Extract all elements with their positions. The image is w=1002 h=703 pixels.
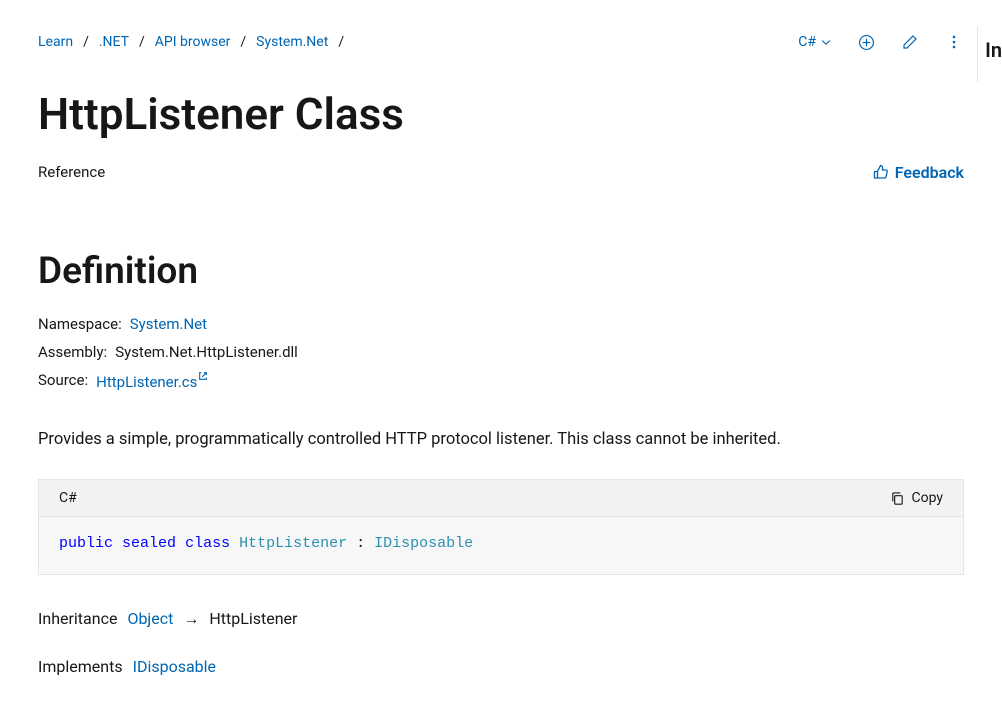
class-description: Provides a simple, programmatically cont… [38, 427, 964, 453]
more-button[interactable] [944, 32, 964, 52]
implements-label: Implements [38, 657, 123, 676]
chevron-down-icon [820, 36, 832, 48]
metadata-list: Namespace: System.Net Assembly: System.N… [38, 315, 964, 391]
inheritance-self: HttpListener [209, 609, 297, 628]
copy-button[interactable]: Copy [890, 490, 943, 506]
breadcrumb: Learn / .NET / API browser / System.Net … [38, 34, 344, 50]
implements-link[interactable]: IDisposable [133, 657, 216, 676]
type-name: HttpListener [239, 535, 347, 552]
breadcrumb-item-api-browser[interactable]: API browser [155, 34, 231, 50]
external-link-icon [198, 371, 208, 381]
code-language-label: C# [59, 490, 77, 506]
assembly-value: System.Net.HttpListener.dll [115, 343, 298, 361]
meta-row-namespace: Namespace: System.Net [38, 315, 964, 333]
inheritance-base-link[interactable]: Object [127, 609, 173, 628]
copy-label: Copy [911, 490, 943, 506]
breadcrumb-sep: / [139, 34, 145, 50]
keyword: class [185, 535, 230, 552]
subheader: Reference Feedback [38, 163, 964, 182]
breadcrumb-sep: / [240, 34, 246, 50]
breadcrumb-item-system-net[interactable]: System.Net [256, 34, 328, 50]
add-button[interactable] [856, 32, 876, 52]
topbar: Learn / .NET / API browser / System.Net … [38, 28, 964, 56]
feedback-button[interactable]: Feedback [873, 163, 964, 182]
page-actions: C# [798, 32, 964, 52]
keyword: public [59, 535, 113, 552]
implements-row: Implements IDisposable [38, 657, 964, 676]
meta-row-assembly: Assembly: System.Net.HttpListener.dll [38, 343, 964, 361]
arrow-icon: → [183, 609, 199, 629]
reference-label: Reference [38, 163, 105, 181]
language-selector[interactable]: C# [798, 34, 832, 50]
meta-label: Source: [38, 371, 88, 391]
language-label: C# [798, 34, 816, 50]
keyword: sealed [122, 535, 176, 552]
breadcrumb-item-learn[interactable]: Learn [38, 34, 73, 50]
feedback-label: Feedback [895, 163, 964, 182]
source-link[interactable]: HttpListener.cs [96, 373, 208, 391]
interface-name: IDisposable [374, 535, 473, 552]
code-content: public sealed class HttpListener : IDisp… [39, 516, 963, 574]
breadcrumb-sep: / [338, 34, 344, 50]
code-block: C# Copy public sealed class HttpListener… [38, 479, 964, 575]
source-link-text: HttpListener.cs [96, 373, 197, 391]
article-main: Learn / .NET / API browser / System.Net … [38, 0, 964, 676]
edit-button[interactable] [900, 32, 920, 52]
meta-label: Namespace: [38, 315, 122, 333]
code-text: : [347, 535, 374, 552]
page-title: HttpListener Class [38, 88, 964, 141]
plus-circle-icon [858, 34, 875, 51]
namespace-link[interactable]: System.Net [130, 315, 207, 333]
meta-row-source: Source: HttpListener.cs [38, 371, 964, 391]
copy-icon [890, 491, 905, 506]
section-heading-definition: Definition [38, 250, 964, 293]
inheritance-label: Inheritance [38, 609, 117, 628]
sidebar-heading-cut: In [985, 38, 1002, 62]
code-block-header: C# Copy [39, 480, 963, 516]
breadcrumb-item-dotnet[interactable]: .NET [99, 34, 129, 50]
inheritance-row: Inheritance Object → HttpListener [38, 609, 964, 629]
breadcrumb-sep: / [83, 34, 89, 50]
more-vertical-icon [946, 34, 962, 50]
sidebar-divider [977, 26, 978, 82]
meta-label: Assembly: [38, 343, 107, 361]
pencil-icon [902, 34, 918, 50]
thumbs-up-icon [873, 164, 889, 180]
